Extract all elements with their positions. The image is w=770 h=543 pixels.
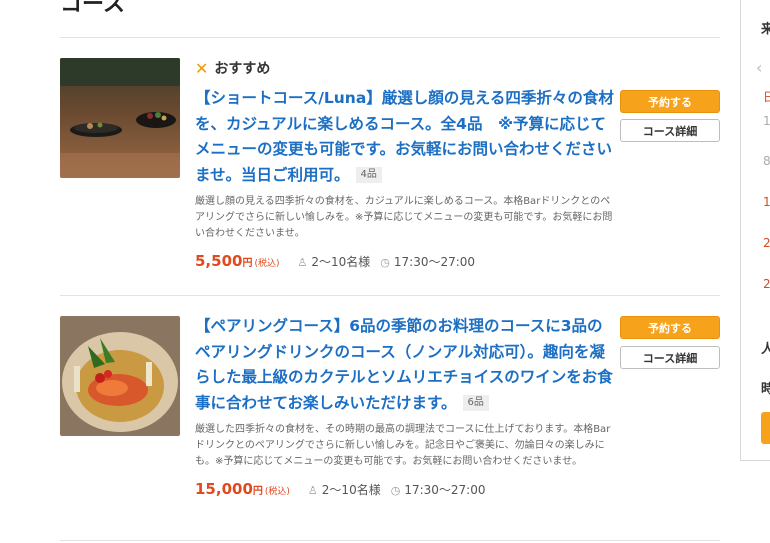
course-title-1[interactable]: 【ショートコース/Luna】厳選し顔の見える四季折々の食材を、カジュアルに楽しめ… [195,86,615,188]
fork-knife-icon: ✕ [195,58,209,78]
person-icon: ♙ [297,256,308,269]
calendar-date[interactable]: 29 [763,277,770,291]
calendar-date[interactable]: 15 [763,195,770,209]
calendar-weekday-sunday: 日 [763,90,770,104]
recommend-label: ✕ おすすめ [195,58,271,78]
divider-middle [60,295,720,296]
course-image-2[interactable] [60,316,180,436]
items-badge: 6品 [462,395,489,411]
sidebar-header: 来 [761,22,770,37]
divider-bottom [60,540,720,541]
price: 15,000円 (税込) [195,480,290,498]
person-icon: ♙ [307,484,318,497]
reserve-button[interactable]: 予約する [620,90,720,113]
calendar-date[interactable]: 1 [763,114,770,128]
course-detail-button[interactable]: コース詳細 [620,346,720,369]
course-card-1: ✕ おすすめ 【ショートコース/Luna】厳選し顔の見える四季折々の食材を、カジ… [60,58,720,280]
course-image-1[interactable] [60,58,180,178]
sidebar-reserve-button[interactable] [761,412,770,444]
guests: 2〜10名様 [311,255,371,269]
people-label: 人 [761,342,770,357]
course-description-2: 厳選した四季折々の食材を、その時期の最高の調理法でコースに仕上げております。本格… [195,424,611,467]
clock-icon: ◷ [390,484,401,497]
course-description-1: 厳選し顔の見える四季折々の食材を、カジュアルに楽しめるコース。本格Barドリンク… [195,196,613,239]
section-title: コース [60,0,125,17]
guests: 2〜10名様 [321,483,381,497]
chevron-left-icon[interactable]: ‹ [756,58,762,77]
reserve-button[interactable]: 予約する [620,316,720,339]
hours: 17:30〜27:00 [404,483,486,497]
hours: 17:30〜27:00 [393,255,476,269]
course-meta-2: 15,000円 (税込) ♙ 2〜10名様 ◷ 17:30〜27:00 [195,480,615,498]
course-card-2: 【ペアリングコース】6品の季節のお料理のコースに3品のペアリングドリンクのコース… [60,316,720,531]
calendar-date[interactable]: 22 [763,236,770,250]
price: 5,500円 (税込) [195,252,280,270]
course-meta-1: 5,500円 (税込) ♙ 2〜10名様 ◷ 17:30〜27:00 [195,252,615,270]
course-content-1: ✕ おすすめ 【ショートコース/Luna】厳選し顔の見える四季折々の食材を、カジ… [195,58,615,271]
calendar-date[interactable]: 8 [763,154,770,168]
reservation-sidebar: 来 ‹ 日 1 8 15 22 29 人 時 [740,0,770,461]
clock-icon: ◷ [380,256,390,269]
course-detail-button[interactable]: コース詳細 [620,119,720,142]
divider-top [60,37,720,38]
items-badge: 4品 [355,167,382,183]
course-content-2: 【ペアリングコース】6品の季節のお料理のコースに3品のペアリングドリンクのコース… [195,316,615,498]
course-title-2[interactable]: 【ペアリングコース】6品の季節のお料理のコースに3品のペアリングドリンクのコース… [195,314,615,416]
time-label: 時 [761,382,770,397]
